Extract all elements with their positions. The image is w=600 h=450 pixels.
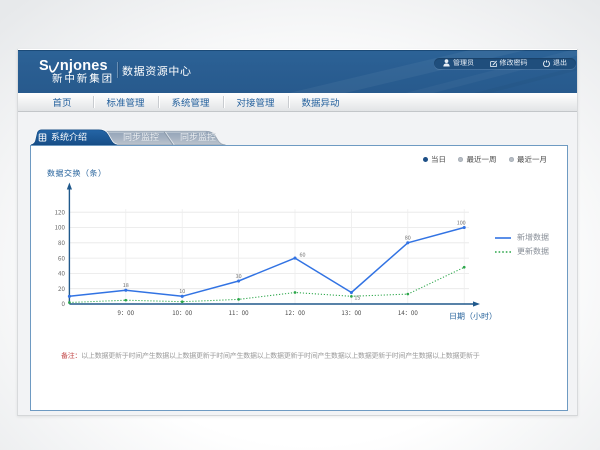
nav-item-3[interactable]: 系统管理 [158,93,223,111]
power-icon [543,60,550,67]
data-point-label: 15 [354,293,360,301]
data-point-label: 10 [179,287,185,295]
footnote-label: 备注： [61,351,81,361]
page-title: 数据资源中心 [122,63,192,79]
data-point-label: 30 [236,271,242,279]
data-point [124,298,127,301]
data-point [181,300,184,303]
y-tick-label: 40 [58,268,65,277]
tab-document-icon [38,133,47,142]
filter-radio-3[interactable]: 最近一月 [509,154,548,165]
header-swoosh-line [277,50,577,93]
data-point [237,298,240,301]
y-axis-title: 数据交换（条） [47,168,107,179]
tab-bar: 系统介绍 同步监控 同步监控 [18,129,577,145]
user-label: 管理员 [453,58,474,68]
legend-line-sample [495,236,511,240]
app-header: Snjones 新中新集团 数据资源中心 管理员 修改密码 退出 [18,49,577,93]
legend-label: 新增数据 [517,232,549,243]
y-tick-label: 0 [61,299,65,308]
chart-legend: 新增数据更新数据 [495,231,549,259]
nav-item-5[interactable]: 数据异动 [288,93,353,111]
y-tick-label: 100 [55,222,66,231]
x-axis-title: 日期（小时） [449,311,497,322]
nav-item-2[interactable]: 标准管理 [93,93,158,111]
legend-label: 更新数据 [517,246,549,257]
filter-label: 最近一月 [517,154,547,165]
filter-label: 最近一周 [467,154,497,165]
data-point [237,279,240,282]
tab-3[interactable]: 同步监控 [180,129,216,145]
nav-item-4[interactable]: 对接管理 [223,93,288,111]
line-chart: 0 20 40 60 80 100 120 9：00 10：00 11：00 12：00 13：00 1… [41,181,491,323]
x-tick-label: 12：00 [285,308,305,317]
header-swoosh-line [217,50,577,93]
x-axis-arrow [473,301,480,306]
user-toolbar: 管理员 修改密码 退出 [434,58,576,69]
tab-1[interactable]: 系统介绍 [51,129,87,145]
x-tick-label: 9：00 [118,308,135,317]
data-point [124,288,127,291]
y-tick-label: 60 [58,253,65,262]
footnote-text: 以上数据更新于时间产生数据以上数据更新于时间产生数据以上数据更新于时间产生数据以… [81,351,479,361]
data-point [293,256,296,259]
header-swoosh-decoration [217,50,577,93]
footnote: 备注：以上数据更新于时间产生数据以上数据更新于时间产生数据以上数据更新于时间产生… [61,351,480,361]
company-logo-chinese: 新中新集团 [39,74,129,84]
x-tick-label: 13：00 [341,308,361,317]
logo-y-swoosh-icon [49,61,59,74]
data-point-label: 80 [405,233,411,241]
data-point [294,291,297,294]
logout-button[interactable]: 退出 [543,58,567,68]
radio-icon [509,157,514,162]
app-window: Snjones 新中新集团 数据资源中心 管理员 修改密码 退出 首页标准管理系… [17,49,578,416]
data-point-label: 60 [300,250,306,258]
data-point [68,294,71,297]
logout-label: 退出 [553,58,567,68]
content-area: 系统介绍 同步监控 同步监控 当日 最近一周 最近一月 数据交换（条） 0 20 40 60 8… [18,112,577,415]
company-logo[interactable]: Snjones 新中新集团 [39,61,129,85]
change-password-label: 修改密码 [500,58,528,68]
tab-2[interactable]: 同步监控 [123,129,159,145]
data-point-label: 100 [457,218,466,226]
main-nav: 首页标准管理系统管理对接管理数据异动 [18,93,577,112]
x-tick-label: 14：00 [398,308,418,317]
filter-label: 当日 [431,154,446,165]
data-point [68,301,71,304]
data-point [350,290,353,293]
nav-item-1[interactable]: 首页 [31,93,93,111]
y-tick-label: 80 [58,238,65,247]
data-point [463,265,466,268]
x-tick-label: 10：00 [172,308,192,317]
data-point [463,225,466,228]
company-logo-text: Snjones [39,61,129,72]
data-point-label: 18 [123,281,129,289]
legend-item-1[interactable]: 新增数据 [495,231,549,245]
logo-text-segment: njones [60,61,108,72]
radio-selected-icon [423,157,428,162]
change-password-button[interactable]: 修改密码 [490,58,528,68]
filter-radio-1[interactable]: 当日 [423,154,447,165]
x-tick-label: 11：00 [229,308,249,317]
legend-line-sample [495,250,511,254]
time-range-filters: 当日 最近一周 最近一月 [423,154,548,165]
edit-icon [490,60,497,67]
radio-icon [458,157,463,162]
y-tick-label: 120 [55,207,66,216]
legend-item-2[interactable]: 更新数据 [495,245,549,259]
chart-panel: 当日 最近一周 最近一月 数据交换（条） 0 20 40 60 80 100 120 9：00 10… [30,145,568,411]
data-point [181,294,184,297]
user-icon [443,59,450,67]
y-axis-arrow [67,182,72,189]
data-point [406,241,409,244]
filter-radio-2[interactable]: 最近一周 [458,154,497,165]
user-menu[interactable]: 管理员 [443,58,474,68]
header-swoosh-line [347,50,577,93]
logo-text-segment: S [39,61,49,72]
header-divider [117,62,118,78]
data-point [406,292,409,295]
data-point [350,295,353,298]
y-tick-label: 20 [58,283,65,292]
